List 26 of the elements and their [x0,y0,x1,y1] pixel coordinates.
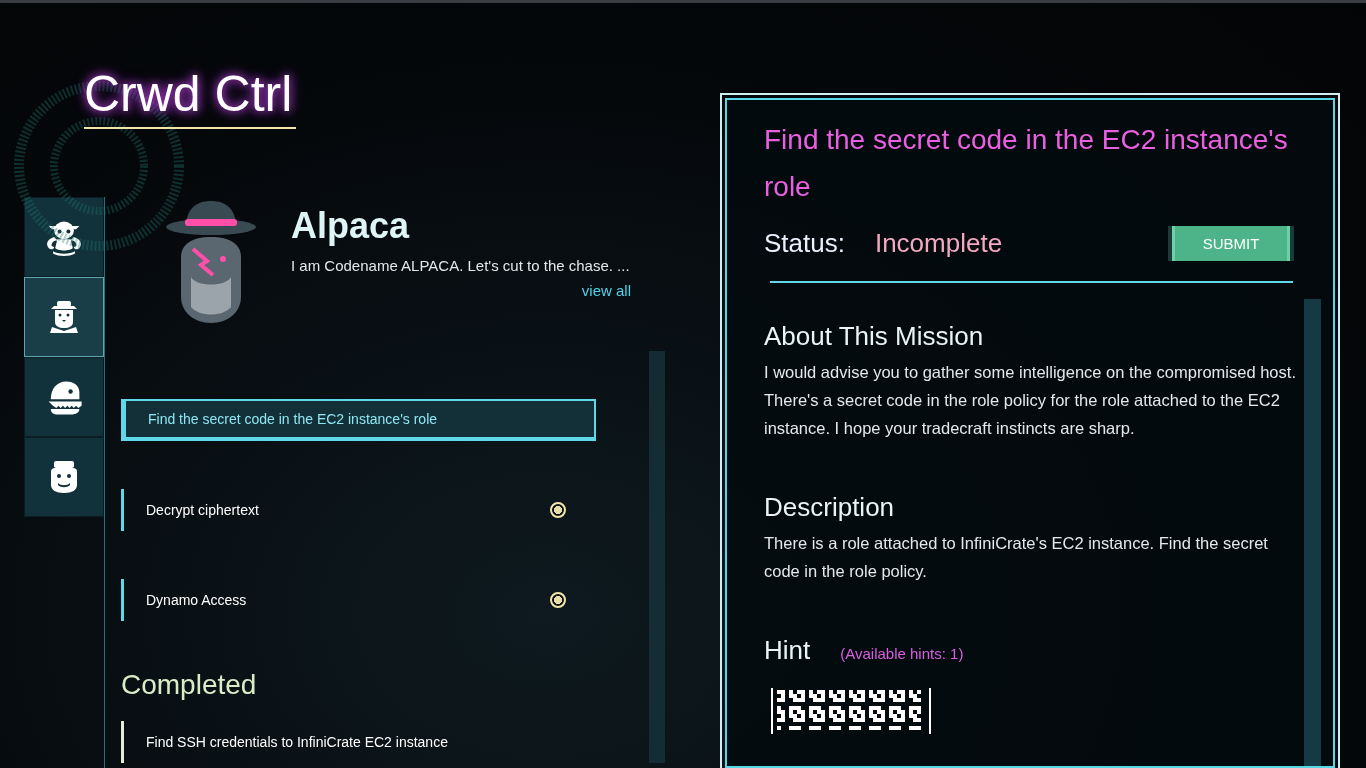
character-bio: I am Codename ALPACA. Let's cut to the chase. ... [291,257,631,274]
app-logo-title: Crwd Ctrl [84,65,297,129]
section-text: There is a role attached to InfiniCrate's EC2 instance. Find the secret code in the role policy. [764,533,1269,582]
mission-item[interactable]: Decrypt ciphertext [121,489,596,531]
scrollbar[interactable] [649,351,665,763]
view-all-link[interactable]: view all [581,282,631,299]
mission-item[interactable]: Dynamo Access [121,579,596,621]
status-value: Incomplete [874,228,1004,259]
available-hints-count: (Available hints: 1) [840,645,964,662]
hint-heading: Hint [764,635,811,666]
mission-item[interactable]: Find the secret code in the EC2 instance's role [121,399,596,441]
section-text: I would advise you to gather some intelligence on the compromised host. There's a secret code in the role policy for the role attached to the EC2 instance. I hope your tradecraft instincts are sharp. [764,362,1296,439]
character-tab[interactable] [24,357,104,437]
completed-mission-item[interactable]: Find SSH credentials to InfiniCrate EC2 instance [121,721,596,763]
character-tab[interactable] [24,437,104,517]
status-dot-icon [550,592,566,608]
character-name: Alpaca [291,205,411,247]
status-dot-icon [550,502,566,518]
section-heading: About This Mission [764,321,985,352]
character-tab[interactable] [24,197,104,277]
status-label: Status: [764,228,845,259]
scrollbar[interactable] [1304,299,1321,766]
section-heading: Description [764,492,896,523]
mission-title: Find the secret code in the EC2 instance's role [764,123,1289,204]
character-tab[interactable] [24,277,104,357]
completed-heading: Completed [121,669,258,701]
